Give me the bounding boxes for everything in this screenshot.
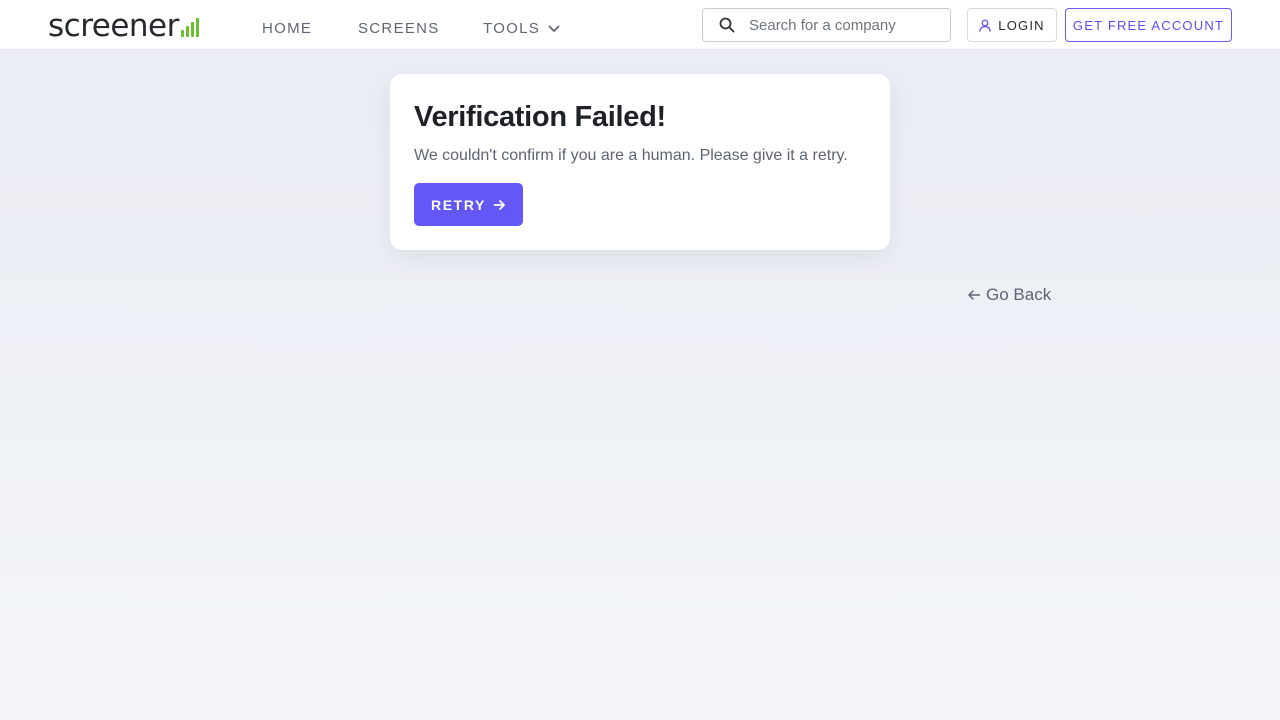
chevron-down-icon	[548, 25, 560, 32]
search-icon	[719, 17, 735, 33]
logo-text: screener	[48, 8, 179, 44]
page-title: Verification Failed!	[414, 101, 666, 133]
arrow-right-icon	[493, 199, 505, 210]
retry-button[interactable]: RETRY	[414, 183, 523, 226]
login-label: LOGIN	[998, 17, 1045, 33]
top-navbar: screener HOME SCREENS TOOLS LOGIN GET FR…	[0, 0, 1280, 50]
nav-screens[interactable]: SCREENS	[358, 20, 440, 38]
logo-bars-icon	[180, 18, 199, 37]
get-free-account-button[interactable]: GET FREE ACCOUNT	[1065, 8, 1232, 42]
get-free-account-label: GET FREE ACCOUNT	[1072, 17, 1225, 33]
search-box	[702, 8, 951, 42]
nav-home[interactable]: HOME	[262, 20, 312, 38]
go-back-link[interactable]: Go Back	[967, 285, 1051, 305]
go-back-label: Go Back	[986, 285, 1052, 304]
screener-logo[interactable]: screener	[48, 6, 199, 42]
arrow-left-icon	[968, 290, 981, 300]
search-input[interactable]	[749, 16, 949, 34]
nav-tools[interactable]: TOOLS	[483, 20, 560, 38]
verification-card: Verification Failed! We couldn't confirm…	[390, 74, 890, 250]
verification-message: We couldn't confirm if you are a human. …	[414, 147, 848, 164]
nav-tools-label: TOOLS	[483, 20, 541, 37]
retry-label: RETRY	[431, 196, 486, 213]
login-button[interactable]: LOGIN	[967, 8, 1057, 42]
user-icon	[979, 19, 991, 32]
